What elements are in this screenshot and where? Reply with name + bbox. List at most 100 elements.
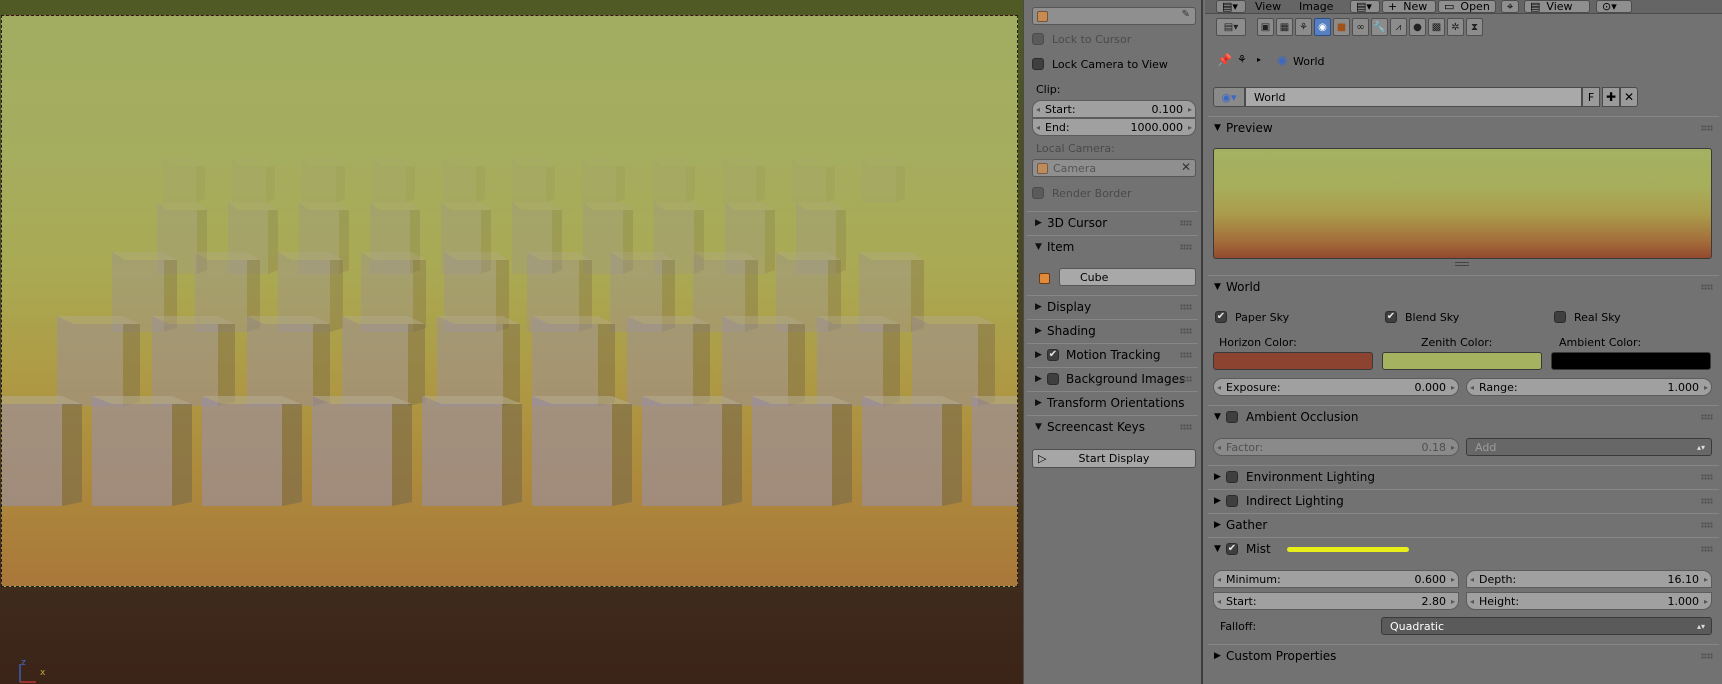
panel-gather[interactable]: ▶ Gather [1208, 513, 1719, 535]
drag-grip-icon[interactable] [1180, 328, 1192, 334]
panel-mist[interactable]: ▼ ✔ Mist [1208, 537, 1719, 559]
lock-camera-to-view-checkbox[interactable] [1032, 58, 1044, 70]
blend-sky-row[interactable]: ✔ Blend Sky [1385, 307, 1535, 327]
preview-resize-handle[interactable] [1455, 262, 1469, 266]
panel-motion-tracking[interactable]: ▶ ✔ Motion Tracking [1027, 343, 1198, 365]
drag-grip-icon[interactable] [1180, 304, 1192, 310]
pin-toggle[interactable]: ⌖ [1501, 0, 1519, 13]
open-image-button[interactable]: ▭ Open [1438, 0, 1496, 13]
panel-background-images[interactable]: ▶ Background Images [1027, 367, 1198, 389]
local-camera-placeholder: Camera [1053, 161, 1097, 175]
drag-grip-icon[interactable] [1180, 376, 1192, 382]
paper-sky-row[interactable]: ✔ Paper Sky [1215, 307, 1365, 327]
panel-world[interactable]: ▼ World [1208, 275, 1719, 297]
panel-environment-lighting[interactable]: ▶ Environment Lighting [1208, 465, 1719, 487]
new-world-button[interactable]: ✚ [1602, 87, 1620, 107]
modifiers-icon[interactable]: 🔧 [1371, 18, 1388, 36]
drag-grip-icon[interactable] [1180, 244, 1192, 250]
pivot-dropdown[interactable]: ⊙▾ [1596, 0, 1632, 13]
drag-grip-icon[interactable] [1180, 220, 1192, 226]
eyedropper-icon[interactable]: ✎ [1182, 9, 1190, 20]
view-menu[interactable]: View [1255, 0, 1281, 13]
real-sky-checkbox[interactable] [1554, 311, 1566, 323]
ao-factor-field[interactable]: Factor: 0.18 [1213, 438, 1459, 456]
fake-user-button[interactable]: F [1582, 87, 1600, 107]
3d-viewport[interactable]: z x [0, 0, 1023, 684]
drag-grip-icon[interactable] [1701, 414, 1713, 420]
drag-grip-icon[interactable] [1701, 546, 1713, 552]
new-image-button[interactable]: + New [1382, 0, 1436, 13]
drag-grip-icon[interactable] [1701, 498, 1713, 504]
material-icon[interactable]: ● [1409, 18, 1426, 36]
unlink-world-button[interactable]: ✕ [1620, 87, 1638, 107]
clear-icon[interactable]: ✕ [1181, 160, 1191, 174]
panel-custom-properties[interactable]: ▶ Custom Properties [1208, 644, 1719, 666]
panel-preview[interactable]: ▼ Preview [1208, 116, 1719, 138]
pin-icon[interactable]: 📌 [1217, 53, 1232, 67]
falloff-dropdown[interactable]: Quadratic ▴▾ [1381, 617, 1712, 635]
view-mode-dropdown[interactable]: ▤ View [1524, 0, 1590, 13]
scene-icon[interactable]: ⚘ [1295, 18, 1312, 36]
item-name-field[interactable]: Cube [1059, 268, 1196, 286]
exposure-field[interactable]: Exposure: 0.000 [1213, 378, 1459, 396]
local-camera-field[interactable]: Camera ✕ [1032, 159, 1196, 177]
motion-tracking-checkbox[interactable]: ✔ [1047, 348, 1059, 361]
mist-checkbox[interactable]: ✔ [1226, 542, 1238, 555]
constraints-icon[interactable]: ∞ [1352, 18, 1369, 36]
world-icon[interactable]: ◉ [1314, 18, 1331, 36]
background-images-checkbox[interactable] [1047, 372, 1059, 385]
mist-height-field[interactable]: Height: 1.000 [1466, 592, 1712, 610]
panel-shading[interactable]: ▶ Shading [1027, 319, 1198, 341]
world-datablock-selector[interactable]: ◉▾ [1213, 87, 1245, 107]
clip-end-field[interactable]: End: 1000.000 [1032, 118, 1196, 136]
clip-start-field[interactable]: Start: 0.100 [1032, 100, 1196, 118]
lock-to-cursor-checkbox[interactable] [1032, 33, 1044, 45]
mist-minimum-field[interactable]: Minimum: 0.600 [1213, 570, 1459, 588]
real-sky-row[interactable]: Real Sky [1554, 307, 1704, 327]
panel-transform-orientations[interactable]: ▶ Transform Orientations [1027, 391, 1198, 413]
lock-camera-to-view-row[interactable]: Lock Camera to View [1032, 54, 1195, 74]
ambient-color-swatch[interactable] [1551, 352, 1711, 370]
mist-depth-field[interactable]: Depth: 16.10 [1466, 570, 1712, 588]
drag-grip-icon[interactable] [1180, 424, 1192, 430]
texture-icon[interactable]: ▩ [1428, 18, 1445, 36]
environment-lighting-checkbox[interactable] [1226, 470, 1238, 483]
drag-grip-icon[interactable] [1701, 125, 1713, 131]
horizon-color-swatch[interactable] [1213, 352, 1373, 370]
render-layers-icon[interactable]: ▦ [1276, 18, 1293, 36]
drag-grip-icon[interactable] [1701, 474, 1713, 480]
ao-blend-mode-dropdown[interactable]: Add ▴▾ [1466, 438, 1712, 456]
panel-3d-cursor[interactable]: ▶ 3D Cursor [1027, 211, 1198, 233]
panel-item[interactable]: ▼ Item [1027, 235, 1198, 257]
render-border-row[interactable]: Render Border [1032, 183, 1195, 203]
blend-sky-checkbox[interactable]: ✔ [1385, 311, 1397, 323]
physics-icon[interactable]: ⧗ [1466, 18, 1483, 36]
drag-grip-icon[interactable] [1701, 522, 1713, 528]
drag-grip-icon[interactable] [1180, 352, 1192, 358]
editor-type-button[interactable]: ▤▾ [1216, 0, 1246, 13]
ambient-occlusion-checkbox[interactable] [1226, 410, 1238, 423]
object-data-icon[interactable]: ⩘ [1390, 18, 1407, 36]
zenith-color-swatch[interactable] [1382, 352, 1542, 370]
paper-sky-checkbox[interactable]: ✔ [1215, 311, 1227, 323]
mist-start-field[interactable]: Start: 2.80 [1213, 592, 1459, 610]
panel-display[interactable]: ▶ Display [1027, 295, 1198, 317]
editor-type-icon[interactable]: ▤▾ [1216, 18, 1246, 36]
panel-indirect-lighting[interactable]: ▶ Indirect Lighting [1208, 489, 1719, 511]
image-browse-button[interactable]: ▤▾ [1350, 0, 1380, 13]
panel-ambient-occlusion[interactable]: ▼ Ambient Occlusion [1208, 405, 1719, 427]
start-display-button[interactable]: ▷ Start Display [1032, 449, 1196, 468]
range-field[interactable]: Range: 1.000 [1466, 378, 1712, 396]
world-name-field[interactable]: World [1245, 87, 1582, 107]
drag-grip-icon[interactable] [1701, 653, 1713, 659]
render-border-checkbox[interactable] [1032, 187, 1044, 199]
panel-screencast-keys[interactable]: ▼ Screencast Keys [1027, 415, 1198, 437]
indirect-lighting-checkbox[interactable] [1226, 494, 1238, 507]
lock-object-field[interactable]: ✎ [1032, 7, 1196, 25]
image-menu[interactable]: Image [1299, 0, 1333, 13]
drag-grip-icon[interactable] [1701, 284, 1713, 290]
particles-icon[interactable]: ✲ [1447, 18, 1464, 36]
lock-to-cursor-row[interactable]: Lock to Cursor [1032, 29, 1195, 49]
render-camera-icon[interactable]: ▣ [1257, 18, 1274, 36]
object-icon[interactable]: ■ [1333, 18, 1350, 36]
